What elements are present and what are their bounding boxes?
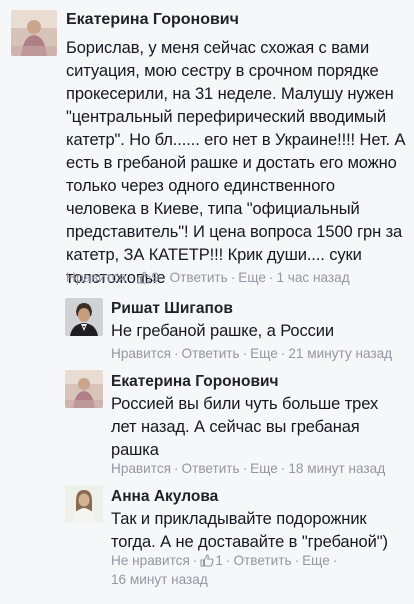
like-link[interactable]: Нравится bbox=[66, 270, 126, 285]
separator-dot: · bbox=[332, 553, 338, 568]
comment-text: Борислав, у меня сейчас схожая с вами си… bbox=[66, 37, 408, 290]
like-count: 1 bbox=[215, 553, 223, 568]
comment-timestamp[interactable]: 18 минут назад bbox=[288, 461, 385, 476]
like-link[interactable]: Нравится bbox=[111, 346, 171, 361]
comment-text-line: тогда. А не доставайте в "гребаной") bbox=[111, 533, 388, 551]
comment-text: Так и прикладывайте подорожник тогда. А … bbox=[111, 508, 411, 554]
avatar[interactable] bbox=[65, 370, 103, 408]
like-link[interactable]: Нравится bbox=[111, 461, 171, 476]
unlike-link[interactable]: Не нравится bbox=[111, 553, 190, 568]
comment-author[interactable]: Екатерина Горонович bbox=[111, 373, 279, 391]
reply-link[interactable]: Ответить bbox=[170, 270, 228, 285]
separator-dot: · bbox=[128, 270, 134, 285]
comment-actions: Нравится · 9 · Ответить · Еще · 1 час на… bbox=[66, 270, 350, 285]
more-link[interactable]: Еще bbox=[238, 270, 266, 285]
comment-feed: Екатерина Горонович Борислав, у меня сей… bbox=[0, 0, 414, 604]
separator-dot: · bbox=[280, 346, 286, 361]
comment-text-line: человека в Киеве, типа "официальный bbox=[66, 200, 360, 218]
comment-text-line: только через одного единственного bbox=[66, 177, 335, 195]
comment-text-line: Так и прикладывайте подорожник bbox=[111, 510, 367, 528]
reply-link[interactable]: Ответить bbox=[233, 553, 291, 568]
thumbs-up-icon bbox=[200, 554, 214, 567]
comment-actions: Нравится · Ответить · Еще · 18 минут наз… bbox=[111, 461, 385, 476]
separator-dot: · bbox=[242, 461, 248, 476]
more-link[interactable]: Еще bbox=[250, 461, 278, 476]
like-count: 9 bbox=[151, 270, 160, 285]
comment-actions: Не нравится · 1 · Ответить · Еще · bbox=[111, 553, 340, 568]
avatar[interactable] bbox=[11, 10, 57, 56]
comment-timestamp[interactable]: 21 минуту назад bbox=[288, 346, 392, 361]
thumbs-up-icon bbox=[136, 271, 151, 284]
comment-text-line: катетр". Но бл...... его нет в Украине!!… bbox=[66, 131, 406, 149]
comment-text-line: Россией вы били чуть больше трех bbox=[111, 395, 379, 413]
separator-dot: · bbox=[242, 346, 248, 361]
separator-dot: · bbox=[294, 553, 300, 568]
comment-actions: Нравится · Ответить · Еще · 21 минуту на… bbox=[111, 346, 392, 361]
comment-text-line: есть в гребаной рашке и достать его можн… bbox=[66, 154, 397, 172]
more-link[interactable]: Еще bbox=[250, 346, 278, 361]
comment-text-line: катетр, ЗА КАТЕТР!!! Крик души.... суки bbox=[66, 246, 362, 264]
reply-link[interactable]: Ответить bbox=[182, 346, 240, 361]
comment-author[interactable]: Екатерина Горонович bbox=[66, 11, 239, 29]
avatar[interactable] bbox=[65, 485, 103, 523]
separator-dot: · bbox=[192, 553, 198, 568]
separator-dot: · bbox=[162, 270, 167, 285]
reply-link[interactable]: Ответить bbox=[182, 461, 240, 476]
comment-timestamp[interactable]: 16 минут назад bbox=[111, 572, 208, 587]
comment-text-line: представитель"! И цена вопроса 1500 грн … bbox=[66, 223, 403, 241]
comment-text: Не гребаной рашке, а России bbox=[111, 322, 334, 340]
avatar[interactable] bbox=[65, 298, 103, 336]
comment-author[interactable]: Анна Акулова bbox=[111, 488, 218, 506]
comment-text-line: рашка bbox=[111, 441, 159, 459]
comment-text: Россией вы били чуть больше трех лет наз… bbox=[111, 393, 411, 462]
more-link[interactable]: Еще bbox=[302, 553, 330, 568]
comment-text-line: ситуация, мою сестру в срочном порядке bbox=[66, 62, 379, 80]
separator-dot: · bbox=[280, 461, 286, 476]
comment-text-line: лет назад. А сейчас вы гребаная bbox=[111, 418, 360, 436]
comment-author[interactable]: Ришат Шигапов bbox=[111, 300, 233, 318]
comment-text-line: прокесерили, на 31 неделе. Малушу нужен bbox=[66, 85, 394, 103]
separator-dot: · bbox=[173, 461, 179, 476]
separator-dot: · bbox=[230, 270, 236, 285]
comment-text-line: "центральный перефирический вводимый bbox=[66, 108, 387, 126]
separator-dot: · bbox=[173, 346, 179, 361]
comment-text-line: Борислав, у меня сейчас схожая с вами bbox=[66, 39, 370, 57]
separator-dot: · bbox=[225, 553, 231, 568]
comment-timestamp[interactable]: 1 час назад bbox=[276, 270, 349, 285]
separator-dot: · bbox=[268, 270, 274, 285]
